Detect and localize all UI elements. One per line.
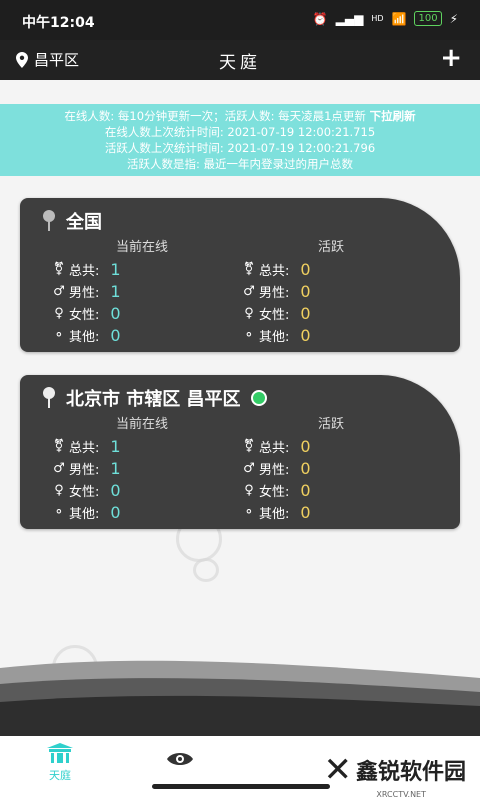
notice-line-1: 在线人数: 每10分钟更新一次；活跃人数: 每天凌晨1点更新 下拉刷新 — [64, 109, 416, 123]
plus-icon[interactable]: + — [440, 43, 462, 73]
tab-tianting[interactable]: 天庭 — [40, 742, 80, 783]
watermark-small: XRCCTV.NET — [376, 790, 426, 799]
notice-line-4: 活跃人数是指: 最近一年内登录过的用户总数 — [126, 157, 354, 171]
active-male-value: 0 — [300, 282, 311, 301]
online-other-row: ⚬ 其他: 0 — [53, 326, 121, 345]
online-total-row: ⚧ 总共: 1 — [53, 437, 121, 456]
home-indicator — [152, 784, 330, 789]
stats-card-local: 北京市 市辖区 昌平区 当前在线 活跃 ⚧ 总共: 1 ♂ 男性: 1 ♀ 女性… — [20, 375, 460, 529]
online-female-value: 0 — [110, 481, 121, 500]
online-other-value: 0 — [110, 326, 121, 345]
online-other-row: ⚬ 其他: 0 — [53, 503, 121, 522]
active-other-value: 0 — [300, 326, 311, 345]
all-gender-icon: ⚧ — [243, 439, 255, 454]
top-app-bar: 昌平区 天庭 + — [0, 40, 480, 80]
charging-icon: ⚡ — [449, 11, 458, 26]
active-total-value: 0 — [300, 437, 311, 456]
active-other-row: ⚬ 其他: 0 — [243, 503, 311, 522]
all-gender-icon: ⚧ — [53, 439, 65, 454]
battery-icon: 100 — [414, 11, 442, 26]
male-icon: ♂ — [53, 461, 65, 476]
online-male-row: ♂ 男性: 1 — [53, 282, 121, 301]
status-bar: 中午12:04 ⏰ ▂▄▆ HD 📶 100 ⚡ — [0, 0, 480, 40]
online-header: 当前在线 — [116, 417, 169, 432]
online-total-row: ⚧ 总共: 1 — [53, 260, 121, 279]
decorative-bubble — [193, 558, 219, 582]
other-gender-icon: ⚬ — [243, 328, 255, 343]
online-other-value: 0 — [110, 503, 121, 522]
watermark-logo: ✕ 鑫锐软件园 XRCCTV.NET — [323, 750, 466, 799]
online-female-value: 0 — [110, 304, 121, 323]
pin-icon — [43, 210, 55, 231]
alarm-icon: ⏰ — [312, 11, 328, 26]
active-other-row: ⚬ 其他: 0 — [243, 326, 311, 345]
stats-card-national: 全国 当前在线 活跃 ⚧ 总共: 1 ♂ 男性: 1 ♀ 女性: 0 ⚬ 其他:… — [20, 198, 460, 352]
online-male-value: 1 — [110, 459, 121, 478]
active-header: 活跃 — [318, 240, 345, 255]
wifi-icon: 📶 — [391, 11, 407, 26]
active-male-row: ♂ 男性: 0 — [243, 282, 311, 301]
status-time: 中午12:04 — [22, 15, 95, 31]
card-title: 全国 — [42, 208, 102, 234]
online-header: 当前在线 — [116, 240, 169, 255]
online-female-row: ♀ 女性: 0 — [52, 304, 121, 323]
active-female-value: 0 — [300, 304, 311, 323]
online-female-row: ♀ 女性: 0 — [52, 481, 121, 500]
other-gender-icon: ⚬ — [243, 505, 255, 520]
all-gender-icon: ⚧ — [243, 262, 255, 277]
online-status-dot-icon — [250, 390, 267, 406]
active-female-value: 0 — [300, 481, 311, 500]
online-male-row: ♂ 男性: 1 — [53, 459, 121, 478]
online-total-value: 1 — [110, 437, 121, 456]
female-icon: ♀ — [54, 306, 64, 321]
other-gender-icon: ⚬ — [53, 328, 65, 343]
female-icon: ♀ — [244, 483, 254, 498]
active-female-row: ♀ 女性: 0 — [242, 304, 311, 323]
status-icons: ⏰ ▂▄▆ HD 📶 100 ⚡ — [313, 11, 458, 26]
card-title: 北京市 市辖区 昌平区 — [42, 385, 267, 411]
active-total-row: ⚧ 总共: 0 — [243, 260, 311, 279]
active-female-row: ♀ 女性: 0 — [242, 481, 311, 500]
active-total-value: 0 — [300, 260, 311, 279]
active-male-row: ♂ 男性: 0 — [243, 459, 311, 478]
bottom-navigation: 天庭 ✕ 鑫锐软件园 XRCCTV.NET — [0, 736, 480, 800]
page-title: 天庭 — [219, 53, 261, 73]
tab-view[interactable] — [166, 750, 194, 772]
watermark-text: 鑫锐软件园 — [355, 760, 466, 785]
all-gender-icon: ⚧ — [53, 262, 65, 277]
other-gender-icon: ⚬ — [53, 505, 65, 520]
female-icon: ♀ — [244, 306, 254, 321]
tab-tianting-label: 天庭 — [49, 769, 71, 782]
male-icon: ♂ — [53, 284, 65, 299]
decorative-waves — [0, 660, 480, 750]
male-icon: ♂ — [243, 461, 255, 476]
active-other-value: 0 — [300, 503, 311, 522]
female-icon: ♀ — [54, 483, 64, 498]
active-male-value: 0 — [300, 459, 311, 478]
active-header: 活跃 — [318, 417, 345, 432]
online-total-value: 1 — [110, 260, 121, 279]
active-total-row: ⚧ 总共: 0 — [243, 437, 311, 456]
eye-icon — [167, 753, 193, 765]
stats-notice: 在线人数: 每10分钟更新一次；活跃人数: 每天凌晨1点更新 下拉刷新 在线人数… — [0, 104, 480, 176]
pin-icon — [43, 387, 55, 408]
online-male-value: 1 — [110, 282, 121, 301]
pull-refresh-hint: 下拉刷新 — [369, 109, 416, 123]
signal-icon: ▂▄▆ — [335, 11, 364, 26]
male-icon: ♂ — [243, 284, 255, 299]
notice-line-2: 在线人数上次统计时间: 2021-07-19 12:00:21.715 — [104, 125, 376, 139]
pavilion-icon — [47, 743, 73, 763]
notice-line-3: 活跃人数上次统计时间: 2021-07-19 12:00:21.796 — [104, 141, 376, 155]
hd-label: HD — [371, 14, 384, 23]
